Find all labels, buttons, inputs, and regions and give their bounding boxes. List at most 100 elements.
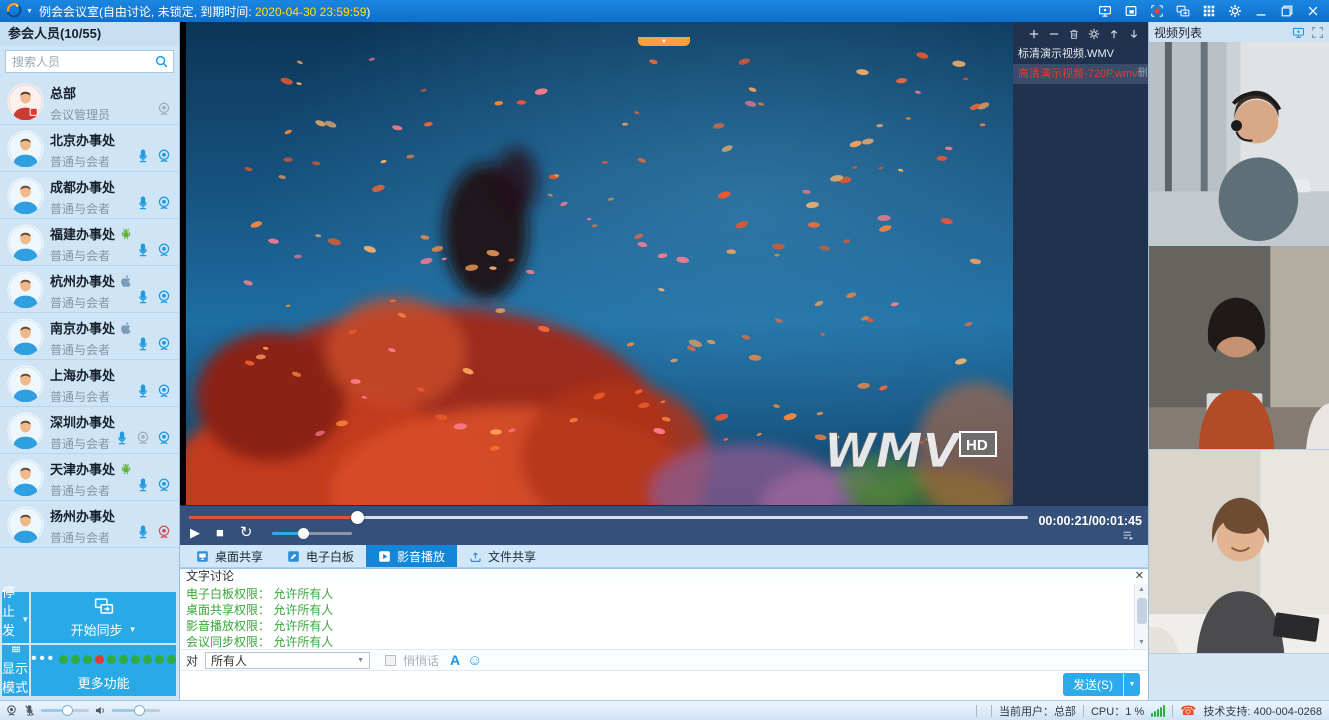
participant-row-5[interactable]: 杭州办事处 普通与会者	[0, 266, 179, 313]
sync-screens-icon[interactable]	[1174, 3, 1191, 20]
more-ellipsis-button[interactable]: •••更多功能	[31, 645, 176, 696]
stop-button[interactable]: ■	[216, 526, 224, 540]
mic-icon[interactable]	[114, 430, 130, 446]
chat-scrollbar[interactable]: ▲ ▼	[1134, 584, 1148, 649]
layout-grid-button[interactable]: 显示模式	[2, 645, 29, 696]
mic-icon[interactable]	[135, 289, 151, 305]
participant-row-7[interactable]: 上海办事处 普通与会者	[0, 360, 179, 407]
avatar	[7, 506, 44, 543]
mic-icon[interactable]	[135, 477, 151, 493]
loop-button[interactable]: ↻	[240, 526, 253, 540]
camera-icon[interactable]	[156, 430, 172, 446]
status-dot	[119, 655, 128, 664]
settings-icon[interactable]	[1088, 28, 1100, 40]
recipient-value: 所有人	[211, 652, 247, 669]
playing-video[interactable]: WMV HD	[186, 22, 1013, 505]
maximize-icon[interactable]	[1278, 3, 1295, 20]
camera-icon[interactable]	[156, 524, 172, 540]
camera-icon[interactable]	[156, 383, 172, 399]
camera-icon[interactable]	[156, 148, 172, 164]
camera-icon[interactable]	[135, 430, 151, 446]
titlebar: ▼ 例会会议室(自由讨论, 未锁定, 到期时间: 2020-04-30 23:5…	[0, 0, 1329, 22]
camera-icon[interactable]	[156, 101, 172, 117]
sync-screens-button[interactable]: 开始同步▼	[31, 592, 176, 643]
participant-row-6[interactable]: 南京办事处 普通与会者	[0, 313, 179, 360]
seek-handle[interactable]	[351, 511, 364, 524]
participant-row-3[interactable]: 成都办事处 普通与会者	[0, 172, 179, 219]
playlist-item-2[interactable]: 高清演示视频-720P.wmv删除	[1013, 64, 1148, 84]
camera-icon[interactable]	[156, 289, 172, 305]
recipient-select[interactable]: 所有人 ▼	[205, 652, 370, 669]
speaker-icon[interactable]	[94, 704, 107, 717]
chat-input-area[interactable]: 发送(S) ▼	[180, 671, 1148, 700]
tab-media-play[interactable]: 影音播放	[366, 545, 457, 567]
expand-panel-icon[interactable]	[1311, 26, 1324, 39]
emoji-button[interactable]: ☺	[467, 652, 482, 669]
close-icon[interactable]	[1304, 3, 1321, 20]
video-thumbnail-3[interactable]	[1149, 450, 1329, 654]
delete-icon[interactable]	[1068, 28, 1080, 40]
minimize-icon[interactable]	[1252, 3, 1269, 20]
mic-icon[interactable]	[135, 336, 151, 352]
screen-broadcast-icon[interactable]	[1096, 3, 1113, 20]
window-mode-icon[interactable]	[1122, 3, 1139, 20]
video-mode-icon[interactable]	[1292, 26, 1305, 39]
tab-desktop-share[interactable]: 桌面共享	[184, 545, 275, 567]
participant-row-8[interactable]: 深圳办事处 普通与会者	[0, 407, 179, 454]
participant-name: 上海办事处	[50, 365, 115, 384]
camera-icon[interactable]	[156, 336, 172, 352]
send-button[interactable]: 发送(S) ▼	[1063, 673, 1140, 696]
chevron-down-icon[interactable]: ▼	[26, 8, 33, 15]
whisper-checkbox[interactable]	[385, 655, 396, 666]
participant-name: 福建办事处	[50, 224, 115, 243]
speaker-volume-slider[interactable]	[112, 709, 160, 712]
playlist-toggle-icon[interactable]	[1121, 528, 1136, 542]
settings-icon[interactable]	[1226, 3, 1243, 20]
mic-volume-slider[interactable]	[41, 709, 89, 712]
player-volume-slider[interactable]	[272, 532, 352, 535]
tab-file-share[interactable]: 文件共享	[457, 545, 548, 567]
apps-grid-icon[interactable]	[1200, 3, 1217, 20]
send-options-caret[interactable]: ▼	[1123, 673, 1140, 696]
participant-row-2[interactable]: 北京办事处 普通与会者	[0, 125, 179, 172]
move-down-icon[interactable]	[1128, 28, 1140, 40]
playlist-item-1[interactable]: 标清演示视频.WMV	[1013, 44, 1148, 64]
scroll-up-icon[interactable]: ▲	[1138, 584, 1145, 596]
volume-handle[interactable]	[298, 528, 309, 539]
scroll-thumb[interactable]	[1137, 598, 1147, 624]
video-thumbnail-2[interactable]	[1149, 246, 1329, 450]
add-icon[interactable]	[1028, 28, 1040, 40]
tab-whiteboard[interactable]: 电子白板	[275, 545, 366, 567]
participant-row-1[interactable]: 总部 会议管理员	[0, 78, 179, 125]
webcam-icon[interactable]	[5, 704, 18, 717]
scroll-down-icon[interactable]: ▼	[1138, 637, 1145, 649]
scroll-track[interactable]	[1137, 596, 1147, 637]
apple-icon	[119, 321, 133, 335]
search-input[interactable]	[6, 51, 173, 72]
font-style-button[interactable]: A	[450, 652, 460, 668]
record-icon[interactable]	[1148, 3, 1165, 20]
mic-muted-button[interactable]: 停止发言▼	[2, 592, 29, 643]
mic-icon[interactable]	[135, 524, 151, 540]
panel-collapse-handle[interactable]: ▼	[638, 37, 690, 46]
speaker-volume-handle[interactable]	[134, 705, 145, 716]
camera-icon[interactable]	[156, 242, 172, 258]
move-up-icon[interactable]	[1108, 28, 1120, 40]
camera-icon[interactable]	[156, 477, 172, 493]
mic-icon[interactable]	[135, 242, 151, 258]
search-icon[interactable]	[154, 54, 169, 69]
video-thumbnail-1[interactable]	[1149, 42, 1329, 246]
participant-row-4[interactable]: 福建办事处 普通与会者	[0, 219, 179, 266]
mic-muted-icon[interactable]	[23, 704, 36, 717]
participant-row-10[interactable]: 扬州办事处 普通与会者	[0, 501, 179, 548]
mic-icon[interactable]	[135, 195, 151, 211]
chat-close-icon[interactable]: ✕	[1135, 569, 1144, 584]
seek-bar[interactable]	[189, 516, 1028, 519]
mic-icon[interactable]	[135, 148, 151, 164]
play-button[interactable]: ▶	[190, 526, 200, 540]
camera-icon[interactable]	[156, 195, 172, 211]
participant-row-9[interactable]: 天津办事处 普通与会者	[0, 454, 179, 501]
mic-volume-handle[interactable]	[62, 705, 73, 716]
mic-icon[interactable]	[135, 383, 151, 399]
remove-icon[interactable]	[1048, 28, 1060, 40]
